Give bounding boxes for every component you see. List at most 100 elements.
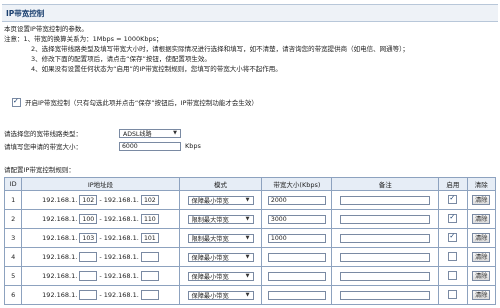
ip-prefix-start: 192.168.1. [42, 234, 78, 242]
ip-prefix-end: 192.168.1. [103, 291, 139, 299]
clear-button[interactable]: 清除 [472, 214, 491, 224]
mode-cell: 保障最小带宽 ▼ [178, 247, 263, 267]
mode-select[interactable]: 保障最小带宽 ▼ [187, 271, 254, 281]
rule-enable-checkbox[interactable] [448, 289, 458, 299]
ip-range-separator: - [99, 291, 102, 299]
clear-button[interactable]: 清除 [472, 271, 491, 281]
chevron-down-icon: ▼ [245, 273, 250, 279]
rule-bandwidth-value: 3000 [270, 215, 287, 223]
note-cell [331, 228, 440, 248]
chevron-down-icon: ▼ [245, 235, 250, 241]
ip-range-cell: 192.168.1. 103-192.168.1. 101 [21, 228, 180, 248]
ip-range-separator: - [99, 253, 102, 261]
enable-cell [438, 228, 468, 248]
rule-bandwidth-input[interactable] [267, 271, 326, 281]
clear-button[interactable]: 清除 [472, 233, 491, 243]
col-header-clear: 清除 [466, 177, 497, 191]
bandwidth-rules-table: ID IP地址段 模式 带宽大小(Kbps) 备注 启用 清除 1 192.168… [3, 177, 497, 305]
notes-panel: 本页设置IP带宽控制的参数。 注意：1、带宽的换算关系为：1Mbps = 100… [4, 24, 409, 74]
mode-cell: 保障最小带宽 ▼ [178, 285, 263, 305]
bandwidth-input[interactable]: 6000 [119, 141, 181, 151]
rule-bandwidth-input[interactable] [267, 290, 326, 300]
mode-select[interactable]: 限制最大带宽 ▼ [187, 233, 254, 243]
mode-select[interactable]: 保障最小带宽 ▼ [187, 252, 254, 262]
col-header-enable: 启用 [438, 177, 468, 191]
bandwidth-cell [261, 247, 333, 267]
table-header-row: ID IP地址段 模式 带宽大小(Kbps) 备注 启用 清除 [3, 177, 497, 191]
mode-cell: 限制最大带宽 ▼ [178, 228, 263, 248]
ip-range-separator: - [99, 272, 102, 280]
ip-range-separator: - [99, 215, 102, 223]
note-cell [331, 266, 440, 286]
rule-bandwidth-input[interactable]: 2000 [267, 195, 326, 205]
rule-enable-checkbox[interactable] [448, 213, 458, 223]
note-input[interactable] [340, 233, 431, 243]
chevron-down-icon: ▼ [173, 130, 177, 136]
note-line-1: 注意：1、带宽的换算关系为：1Mbps = 1000Kbps； [4, 35, 163, 43]
table-row: 3192.168.1.103-192.168.1.101限制最大带宽▼1000清… [3, 228, 497, 248]
ip-range-cell: 192.168.1. -192.168.1. [21, 247, 180, 267]
enable-ip-bandwidth-label: 开启IP带宽控制（只有勾选此项并点击“保存”按钮后，IP带宽控制功能才会生效） [25, 99, 258, 107]
rule-enable-checkbox[interactable] [448, 232, 458, 242]
ip-end-input[interactable]: 110 [140, 214, 159, 224]
mode-value: 保障最小带宽 [191, 273, 229, 281]
row-id: 6 [3, 285, 23, 305]
ip-end-input[interactable]: 102 [140, 195, 159, 205]
clear-button[interactable]: 清除 [472, 290, 491, 300]
chevron-down-icon: ▼ [245, 197, 250, 203]
clear-button[interactable]: 清除 [472, 195, 491, 205]
table-row: 6 192.168.1. -192.168.1. 保障最小带宽 ▼ 清除 [3, 285, 497, 305]
enable-cell [438, 190, 468, 210]
ip-start-input[interactable]: 103 [79, 233, 98, 243]
ip-start-input[interactable]: 100 [79, 214, 98, 224]
mode-select[interactable]: 保障最小带宽 ▼ [187, 290, 254, 300]
chevron-down-icon: ▼ [245, 254, 250, 260]
ip-end-input[interactable]: 101 [140, 233, 159, 243]
note-input[interactable] [340, 214, 431, 224]
row-id: 4 [3, 247, 23, 267]
line-type-select[interactable]: ADSL线路 ▼ [119, 128, 181, 138]
note-cell [331, 285, 440, 305]
rule-enable-checkbox[interactable] [448, 194, 458, 204]
note-cell [331, 209, 440, 229]
table-row: 5 192.168.1. -192.168.1. 保障最小带宽 ▼ 清除 [3, 266, 497, 286]
clear-cell: 清除 [466, 228, 497, 248]
rule-enable-checkbox[interactable] [448, 251, 458, 261]
note-input[interactable] [340, 252, 431, 262]
mode-select[interactable]: 限制最大带宽 ▼ [187, 214, 254, 224]
clear-cell: 清除 [466, 190, 497, 210]
ip-prefix-end: 192.168.1. [103, 215, 139, 223]
ip-range-separator: - [99, 234, 102, 242]
ip-prefix-start: 192.168.1. [42, 291, 78, 299]
enable-control-row: 开启IP带宽控制（只有勾选此项并点击“保存”按钮后，IP带宽控制功能才会生效） [12, 97, 258, 107]
mode-cell: 保障最小带宽 ▼ [178, 190, 263, 210]
mode-cell: 限制最大带宽 ▼ [178, 209, 263, 229]
ip-range-cell: 192.168.1. 102-192.168.1. 102 [21, 190, 180, 210]
enable-cell [438, 247, 468, 267]
rule-bandwidth-input[interactable]: 3000 [267, 214, 326, 224]
page-title: IP带宽控制 [6, 9, 45, 18]
line-type-row: 请选择您的宽带线路类型： ADSL线路 ▼ [4, 128, 181, 138]
note-input[interactable] [340, 271, 431, 281]
clear-button[interactable]: 清除 [472, 252, 491, 262]
rule-bandwidth-input[interactable] [267, 252, 326, 262]
note-line-3: 3、修改下面的配置项后，请点击“保存”按钮，使配置项生效。 [31, 55, 211, 63]
rule-enable-checkbox[interactable] [448, 270, 458, 280]
ip-end-input[interactable] [140, 271, 159, 281]
ip-start-input[interactable] [79, 271, 98, 281]
ip-end-input[interactable] [140, 252, 159, 262]
ip-start-input[interactable] [79, 290, 98, 300]
ip-end-input[interactable] [140, 290, 159, 300]
ip-prefix-end: 192.168.1. [103, 234, 139, 242]
mode-value: 保障最小带宽 [191, 292, 229, 300]
enable-ip-bandwidth-checkbox[interactable] [12, 97, 21, 107]
ip-start-input[interactable]: 102 [79, 195, 98, 205]
note-input[interactable] [340, 290, 431, 300]
mode-select[interactable]: 保障最小带宽 ▼ [187, 195, 254, 205]
ip-start-input[interactable] [79, 252, 98, 262]
table-row: 1192.168.1.102-192.168.1.102保障最小带宽▼2000清… [3, 190, 497, 210]
rules-section-label: 请配置IP带宽控制规则： [4, 166, 75, 174]
col-header-note: 备注 [331, 177, 440, 191]
note-input[interactable] [340, 195, 431, 205]
rule-bandwidth-input[interactable]: 1000 [267, 233, 326, 243]
